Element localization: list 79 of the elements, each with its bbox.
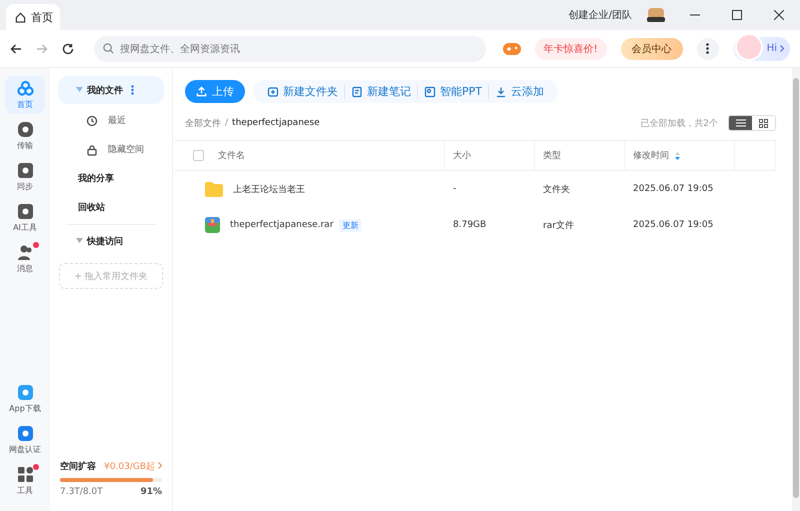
tools-icon [16,466,34,483]
nav-item[interactable]: 消息 [5,240,45,278]
folder-add-icon [267,86,279,98]
sidebar-item[interactable]: 我的分享 [58,164,164,193]
image-icon [424,86,436,98]
folder-icon [205,182,223,196]
caret-icon [76,238,83,244]
nav-item[interactable]: App下载 [5,380,45,418]
modified-time: 2025.06.07 19:05 [633,220,714,230]
search-field[interactable]: 搜网盘文件、全网资源资讯 [94,36,486,62]
team-link[interactable]: 创建企业/团队 [568,8,632,22]
nav-item[interactable]: 传输 [5,117,45,155]
back-icon[interactable] [10,42,22,54]
home-icon [15,12,26,22]
more-button[interactable] [696,38,719,60]
home-tab[interactable]: 首页 [6,4,60,30]
caret-icon [76,87,83,93]
avatar [734,32,763,60]
grid-icon [759,118,768,128]
list-icon [736,119,746,127]
home-icon [16,80,34,97]
sidebar-item[interactable]: 最近 [58,106,164,135]
more-icon [706,43,710,54]
clock-icon [86,114,98,126]
column-header[interactable]: 修改时间 [633,149,669,162]
sidebar-item[interactable]: 快捷访问 [58,227,164,255]
action-button[interactable]: 新建笔记 [344,84,417,99]
nav-item[interactable]: AI工具 [5,199,45,237]
file-type: 文件夹 [543,184,570,196]
list-view-button[interactable] [729,116,752,130]
nav-item[interactable]: 同步 [5,158,45,196]
sort-icon [675,152,680,160]
file-name: 上老王论坛当老王 [233,184,305,196]
search-icon [103,43,114,54]
column-header[interactable]: 文件名 [218,149,245,162]
view-switcher[interactable] [728,115,776,131]
chevron-icon [780,45,784,52]
breadcrumb-separator: / [225,118,228,128]
nav-item[interactable]: 工具 [5,462,45,500]
load-status: 已全部加载，共2个 [640,118,718,130]
storage-title: 空间扩容 [60,460,96,473]
close-icon[interactable] [774,10,784,20]
file-type: rar文件 [543,220,574,232]
refresh-icon[interactable] [62,42,74,54]
modified-time: 2025.06.07 19:05 [633,184,714,194]
minimize-icon[interactable] [690,14,700,16]
action-button[interactable]: 新建文件夹 [261,84,344,99]
message-icon [16,244,34,261]
select-all-checkbox[interactable] [193,150,204,161]
upload-icon [196,86,207,97]
file-row[interactable]: theperfectjapanese.rar 更新 8.79GB rar文件 2025.06.07 19:05 [175,207,776,243]
file-name: theperfectjapanese.rar [230,220,334,230]
lock-icon [86,144,98,156]
column-header[interactable]: 类型 [543,149,561,162]
nav-item[interactable]: 网盘认证 [5,421,45,459]
sidebar-item[interactable]: 隐藏空间 [58,135,164,164]
sidebar-item[interactable]: 我的文件 [58,76,164,104]
greeting-button[interactable]: Hi [732,36,790,60]
action-button[interactable]: 云添加 [488,84,550,99]
note-icon [351,86,363,98]
archive-icon [205,217,220,233]
chevron-icon [158,462,162,469]
action-button[interactable]: 智能PPT [417,84,488,99]
breadcrumb-item[interactable]: 全部文件 [185,116,221,130]
sidebar-item[interactable]: 回收站 [58,193,164,222]
file-size: 8.79GB [453,220,486,230]
column-header[interactable]: 大小 [453,149,471,162]
scrollbar-thumb[interactable] [793,78,799,498]
maximize-icon[interactable] [732,10,742,20]
file-size: - [453,184,456,194]
storage-percent: 91% [140,487,162,497]
update-tag: 更新 [339,218,362,232]
download-icon [495,86,507,98]
storage-used: 7.3T/8.0T [60,487,103,497]
breadcrumb-item: theperfectjapanese [232,118,320,128]
nav-item[interactable]: 首页 [5,76,45,114]
more-icon[interactable] [131,85,134,95]
file-row[interactable]: 上老王论坛当老王 - 文件夹 2025.06.07 19:05 [175,171,776,207]
vip-button[interactable]: 会员中心 [620,38,683,60]
